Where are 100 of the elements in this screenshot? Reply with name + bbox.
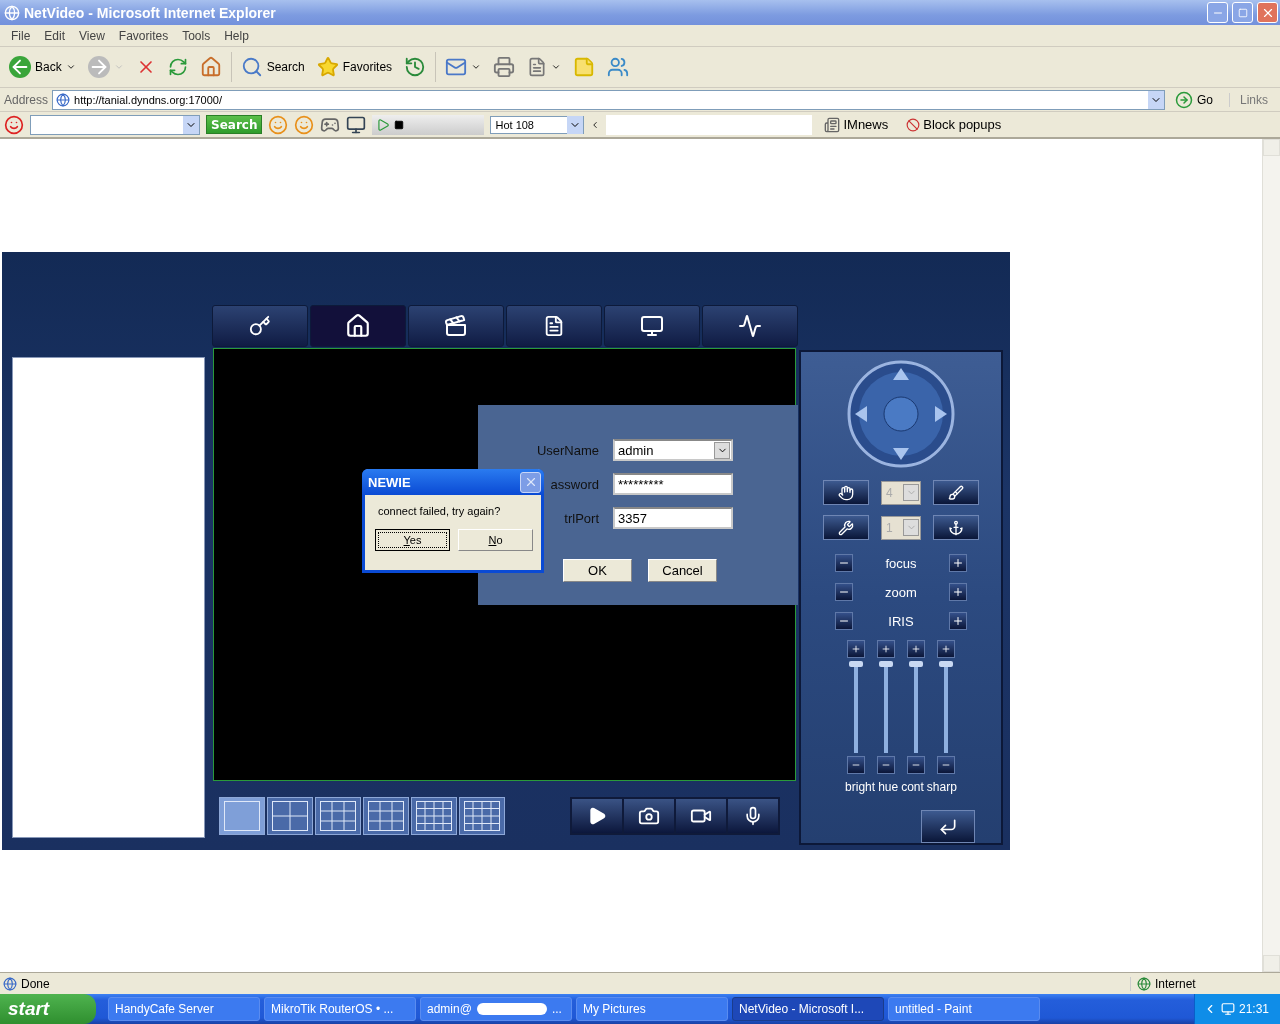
taskbar-button[interactable]: HandyCafe Server bbox=[108, 997, 260, 1021]
smiley-icon[interactable] bbox=[4, 114, 24, 135]
slider-thumb[interactable] bbox=[939, 661, 953, 667]
links-button[interactable]: Links bbox=[1229, 92, 1276, 107]
play-icon bbox=[376, 117, 391, 132]
nav-tab[interactable] bbox=[604, 305, 700, 347]
action-button[interactable] bbox=[572, 798, 622, 833]
minus-button[interactable] bbox=[907, 756, 925, 774]
caret-icon bbox=[113, 62, 124, 72]
ptz-button[interactable] bbox=[933, 515, 979, 540]
people-icon bbox=[607, 56, 630, 78]
username-select[interactable]: admin bbox=[613, 439, 733, 461]
dropdown-button[interactable] bbox=[1148, 90, 1164, 109]
scrollbar[interactable] bbox=[1262, 139, 1280, 972]
dropdown-button[interactable] bbox=[714, 441, 730, 459]
taskbar-button[interactable]: My Pictures bbox=[576, 997, 728, 1021]
pulse-icon bbox=[738, 314, 762, 338]
close-button[interactable] bbox=[520, 471, 541, 493]
menu-item[interactable]: Tools bbox=[175, 28, 218, 43]
port-field[interactable]: 3357 bbox=[613, 507, 733, 529]
plus-button[interactable] bbox=[877, 640, 895, 658]
wrench-icon bbox=[838, 519, 854, 536]
minus-button[interactable] bbox=[847, 756, 865, 774]
search-field[interactable] bbox=[30, 114, 200, 135]
nav-tab[interactable] bbox=[506, 305, 602, 347]
plus-button[interactable] bbox=[949, 554, 967, 572]
menu-item[interactable]: File bbox=[4, 28, 38, 43]
minus-button[interactable] bbox=[835, 554, 853, 572]
grid-layout-icon bbox=[319, 800, 357, 831]
plus-button[interactable] bbox=[907, 640, 925, 658]
dropdown-button[interactable] bbox=[567, 115, 584, 134]
ptz-button[interactable] bbox=[933, 480, 979, 505]
taskbar-button[interactable]: admin@ ... bbox=[420, 997, 572, 1021]
action-button[interactable] bbox=[624, 798, 674, 833]
plus-button[interactable] bbox=[949, 612, 967, 630]
clapperboard-icon bbox=[444, 314, 468, 338]
minus-button[interactable] bbox=[877, 756, 895, 774]
slider-thumb[interactable] bbox=[849, 661, 863, 667]
return-button[interactable] bbox=[921, 810, 975, 843]
network-icon bbox=[1221, 1002, 1235, 1016]
direction-pad[interactable] bbox=[847, 360, 955, 468]
go-button[interactable]: Go bbox=[1169, 89, 1225, 110]
dialog-button[interactable]: Yes bbox=[375, 529, 450, 551]
message-text: connect failed, try again? bbox=[377, 504, 502, 517]
ptz-button[interactable] bbox=[823, 480, 869, 505]
dialog-button[interactable]: No bbox=[458, 529, 533, 551]
menu-item[interactable]: View bbox=[72, 28, 112, 43]
nav-tab[interactable] bbox=[408, 305, 504, 347]
menu-item[interactable]: Edit bbox=[37, 28, 73, 43]
page-icon bbox=[56, 92, 71, 107]
dropdown-button[interactable] bbox=[183, 115, 199, 134]
menu-item[interactable]: Favorites bbox=[111, 28, 176, 43]
back-button[interactable]: Back bbox=[6, 54, 79, 80]
favorites-button[interactable]: Favorites bbox=[313, 54, 396, 80]
dialog-title: NEWIE bbox=[368, 474, 411, 490]
printer-icon bbox=[493, 56, 516, 78]
station-select[interactable]: Hot 108 bbox=[490, 115, 585, 134]
action-button[interactable] bbox=[728, 798, 778, 833]
microphone-icon bbox=[743, 805, 763, 826]
minus-button[interactable] bbox=[835, 583, 853, 601]
taskbar-button[interactable]: MikroTik RouterOS • ... bbox=[264, 997, 416, 1021]
minus-button[interactable] bbox=[835, 612, 853, 630]
layout-button[interactable] bbox=[459, 796, 505, 835]
layout-button[interactable] bbox=[411, 796, 457, 835]
address-field[interactable]: http://tanial.dyndns.org:17000/ bbox=[52, 89, 1165, 110]
layout-button[interactable] bbox=[267, 796, 313, 835]
plus-icon bbox=[952, 615, 964, 627]
ptz-button[interactable] bbox=[823, 515, 869, 540]
action-button[interactable] bbox=[676, 798, 726, 833]
dialog-button[interactable]: OK bbox=[563, 559, 632, 582]
layout-button[interactable] bbox=[363, 796, 409, 835]
window-title: NetVideo - Microsoft Internet Explorer bbox=[24, 4, 277, 21]
plus-button[interactable] bbox=[847, 640, 865, 658]
media-player[interactable] bbox=[372, 114, 485, 135]
history-icon bbox=[404, 56, 427, 78]
document-icon bbox=[527, 57, 548, 77]
key-icon bbox=[249, 315, 271, 337]
grid-layout-icon bbox=[463, 800, 501, 831]
password-field[interactable]: ********* bbox=[613, 473, 733, 495]
nav-tab[interactable] bbox=[212, 305, 308, 347]
imnews-button[interactable]: IMnews bbox=[818, 115, 895, 134]
minus-button[interactable] bbox=[937, 756, 955, 774]
slider-thumb[interactable] bbox=[879, 661, 893, 667]
layout-button[interactable] bbox=[219, 796, 265, 835]
refresh-icon bbox=[167, 57, 188, 77]
nav-tab[interactable] bbox=[310, 305, 406, 347]
monitor-icon[interactable] bbox=[346, 114, 367, 135]
slider-thumb[interactable] bbox=[909, 661, 923, 667]
dialog-button[interactable]: Cancel bbox=[648, 559, 717, 582]
taskbar-button[interactable]: untitled - Paint bbox=[888, 997, 1040, 1021]
adjust-label: focus bbox=[884, 555, 918, 571]
nav-tab[interactable] bbox=[702, 305, 798, 347]
menu-item[interactable]: Help bbox=[217, 28, 256, 43]
block-popups-button[interactable]: Block popups bbox=[900, 116, 1008, 133]
layout-button[interactable] bbox=[315, 796, 361, 835]
search-button[interactable]: Search bbox=[237, 54, 308, 80]
plus-button[interactable] bbox=[937, 640, 955, 658]
taskbar-button[interactable]: NetVideo - Microsoft I... bbox=[732, 997, 884, 1021]
grid-layout-icon bbox=[367, 800, 405, 831]
plus-button[interactable] bbox=[949, 583, 967, 601]
